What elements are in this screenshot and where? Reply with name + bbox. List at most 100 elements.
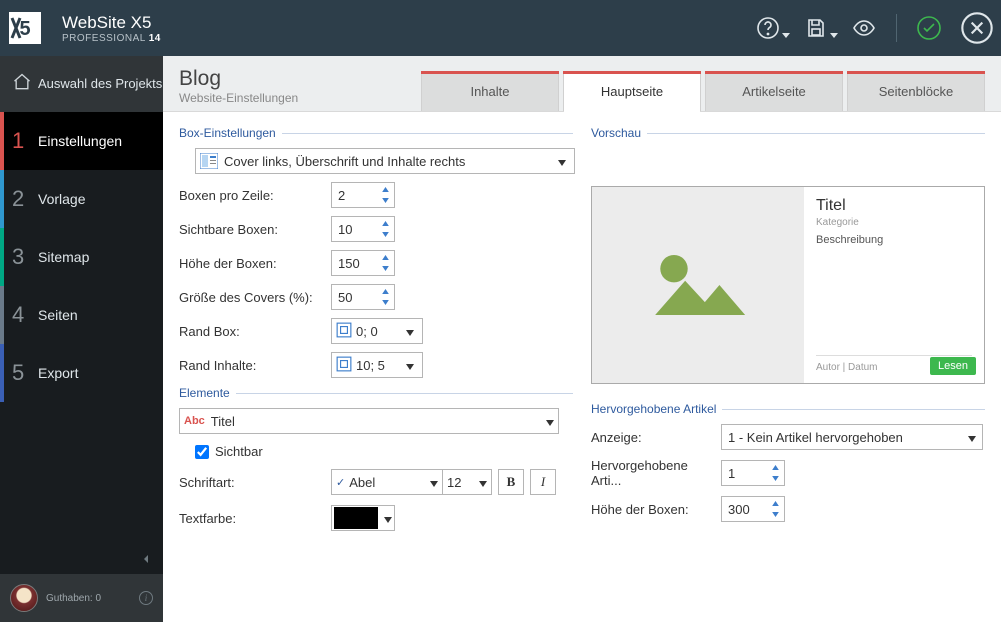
- layout-icon: [200, 153, 218, 169]
- input-cover-size[interactable]: 50: [331, 284, 395, 310]
- tab-label: Seitenblöcke: [879, 84, 953, 99]
- input-boxes-per-row[interactable]: 2: [331, 182, 395, 208]
- font-combo[interactable]: ✓ Abel: [331, 469, 443, 495]
- input-visible-boxes[interactable]: 10: [331, 216, 395, 242]
- tabs: Inhalte Hauptseite Artikelseite Seitenbl…: [417, 71, 985, 111]
- caret-down-icon: [782, 33, 790, 38]
- preview-meta: Titel Kategorie Beschreibung Autor | Dat…: [804, 187, 984, 383]
- input-value: 10: [338, 222, 352, 237]
- page-subtitle: Website-Einstellungen: [179, 91, 298, 105]
- credit-label: Guthaben: 0: [46, 593, 101, 604]
- spin-up[interactable]: [768, 462, 783, 473]
- right-column: Vorschau Titel Kategorie Beschreibung Au…: [591, 126, 985, 622]
- app-title-block: WebSite X5 PROFESSIONAL 14: [62, 13, 161, 44]
- chevron-down-icon: [402, 324, 418, 339]
- nav-step-label: Einstellungen: [38, 133, 122, 149]
- size-value: 12: [447, 475, 479, 490]
- nav-step-label: Sitemap: [38, 249, 89, 265]
- spin-down[interactable]: [378, 195, 393, 206]
- help-button[interactable]: [744, 0, 792, 56]
- element-combo[interactable]: Abc Titel: [179, 408, 559, 434]
- nav-step-4[interactable]: 4 Seiten: [0, 286, 163, 344]
- input-margin-box[interactable]: 0; 0: [331, 318, 423, 344]
- chevron-down-icon: [378, 511, 392, 526]
- chevron-down-icon: [402, 358, 418, 373]
- spin-down[interactable]: [378, 263, 393, 274]
- avatar[interactable]: [10, 584, 38, 612]
- left-column: Box-Einstellungen Cover links, Überschri…: [179, 126, 573, 622]
- input-featured-height[interactable]: 300: [721, 496, 785, 522]
- italic-button[interactable]: I: [530, 469, 556, 495]
- preview-read-button[interactable]: Lesen: [930, 357, 976, 375]
- input-value: 0; 0: [356, 324, 402, 339]
- label-margin-content: Rand Inhalte:: [179, 358, 331, 373]
- spin-up[interactable]: [378, 218, 393, 229]
- label-boxes-per-row: Boxen pro Zeile:: [179, 188, 331, 203]
- separator: [896, 14, 897, 42]
- nav-step-2[interactable]: 2 Vorlage: [0, 170, 163, 228]
- close-button[interactable]: [953, 0, 1001, 56]
- save-button[interactable]: [792, 0, 840, 56]
- spin-up[interactable]: [378, 286, 393, 297]
- main: Blog Website-Einstellungen Inhalte Haupt…: [163, 56, 1001, 622]
- caret-down-icon: [830, 33, 838, 38]
- label-display: Anzeige:: [591, 430, 721, 445]
- spin-up[interactable]: [378, 252, 393, 263]
- spin-down[interactable]: [378, 297, 393, 308]
- visible-checkbox[interactable]: Sichtbar: [195, 444, 573, 459]
- tab-seitenbloecke[interactable]: Seitenblöcke: [847, 71, 985, 111]
- sidebar: Auswahl des Projekts 1 Einstellungen 2 V…: [0, 56, 163, 622]
- tab-artikelseite[interactable]: Artikelseite: [705, 71, 843, 111]
- nav-step-3[interactable]: 3 Sitemap: [0, 228, 163, 286]
- input-margin-content[interactable]: 10; 5: [331, 352, 423, 378]
- nav-step-label: Seiten: [38, 307, 78, 323]
- spin-down[interactable]: [768, 509, 783, 520]
- combo-value: Titel: [211, 414, 546, 429]
- app-logo: 5: [0, 0, 50, 56]
- nav-step-num: 3: [12, 244, 38, 270]
- sidebar-collapse-button[interactable]: [0, 544, 163, 574]
- checkbox-input[interactable]: [195, 445, 209, 459]
- tab-label: Artikelseite: [742, 84, 806, 99]
- spin-down[interactable]: [768, 473, 783, 484]
- ok-button[interactable]: [905, 0, 953, 56]
- tab-hauptseite[interactable]: Hauptseite: [563, 71, 701, 111]
- chevron-down-icon: [968, 430, 976, 445]
- chevron-down-icon: [546, 414, 554, 429]
- nav-step-num: 2: [12, 186, 38, 212]
- tab-inhalte[interactable]: Inhalte: [421, 71, 559, 111]
- spin-up[interactable]: [768, 498, 783, 509]
- font-size-combo[interactable]: 12: [442, 469, 492, 495]
- check-icon: ✓: [336, 476, 345, 489]
- nav-step-num: 4: [12, 302, 38, 328]
- preview-box: Titel Kategorie Beschreibung Autor | Dat…: [591, 186, 985, 384]
- input-box-height[interactable]: 150: [331, 250, 395, 276]
- layout-combo[interactable]: Cover links, Überschrift und Inhalte rec…: [195, 148, 575, 174]
- label-visible-boxes: Sichtbare Boxen:: [179, 222, 331, 237]
- nav-step-5[interactable]: 5 Export: [0, 344, 163, 402]
- info-icon[interactable]: i: [139, 591, 153, 605]
- nav-home[interactable]: Auswahl des Projekts: [0, 56, 163, 112]
- tab-label: Hauptseite: [601, 84, 663, 99]
- input-value: 1: [728, 466, 735, 481]
- input-value: 150: [338, 256, 360, 271]
- nav-step-1[interactable]: 1 Einstellungen: [0, 112, 163, 170]
- spin-up[interactable]: [378, 184, 393, 195]
- chevron-left-icon: [141, 554, 151, 564]
- spin-down[interactable]: [378, 229, 393, 240]
- preview-button[interactable]: [840, 0, 888, 56]
- home-icon: [12, 72, 38, 97]
- group-preview: Vorschau: [591, 126, 985, 140]
- nav-step-label: Export: [38, 365, 78, 381]
- page-header: Blog Website-Einstellungen Inhalte Haupt…: [163, 56, 1001, 112]
- tab-label: Inhalte: [470, 84, 509, 99]
- page-title: Blog: [179, 67, 298, 91]
- label-featured-height: Höhe der Boxen:: [591, 502, 721, 517]
- textcolor-dropdown[interactable]: [331, 505, 395, 531]
- display-combo[interactable]: 1 - Kein Artikel hervorgehoben: [721, 424, 983, 450]
- bold-button[interactable]: B: [498, 469, 524, 495]
- input-featured-count[interactable]: 1: [721, 460, 785, 486]
- chevron-down-icon: [430, 475, 438, 490]
- checkbox-label: Sichtbar: [215, 444, 263, 459]
- label-box-height: Höhe der Boxen:: [179, 256, 331, 271]
